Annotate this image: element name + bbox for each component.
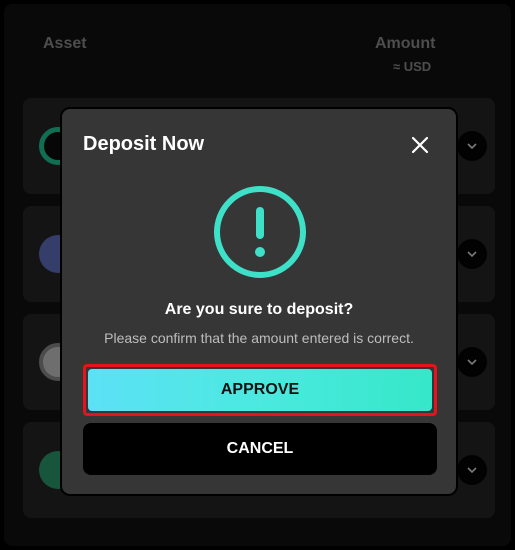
close-button[interactable] — [406, 131, 434, 159]
cancel-button[interactable]: CANCEL — [83, 423, 437, 475]
deposit-confirm-modal: Deposit Now Are you sure to deposit? Ple… — [60, 107, 458, 496]
approve-button-label: APPROVE — [88, 369, 432, 411]
exclamation-alert-icon — [214, 186, 306, 278]
confirm-hint: Please confirm that the amount entered i… — [104, 330, 414, 346]
approve-button[interactable]: APPROVE — [83, 364, 437, 416]
close-icon — [411, 136, 429, 154]
modal-title: Deposit Now — [83, 133, 205, 155]
confirm-question: Are you sure to deposit? — [164, 301, 354, 318]
